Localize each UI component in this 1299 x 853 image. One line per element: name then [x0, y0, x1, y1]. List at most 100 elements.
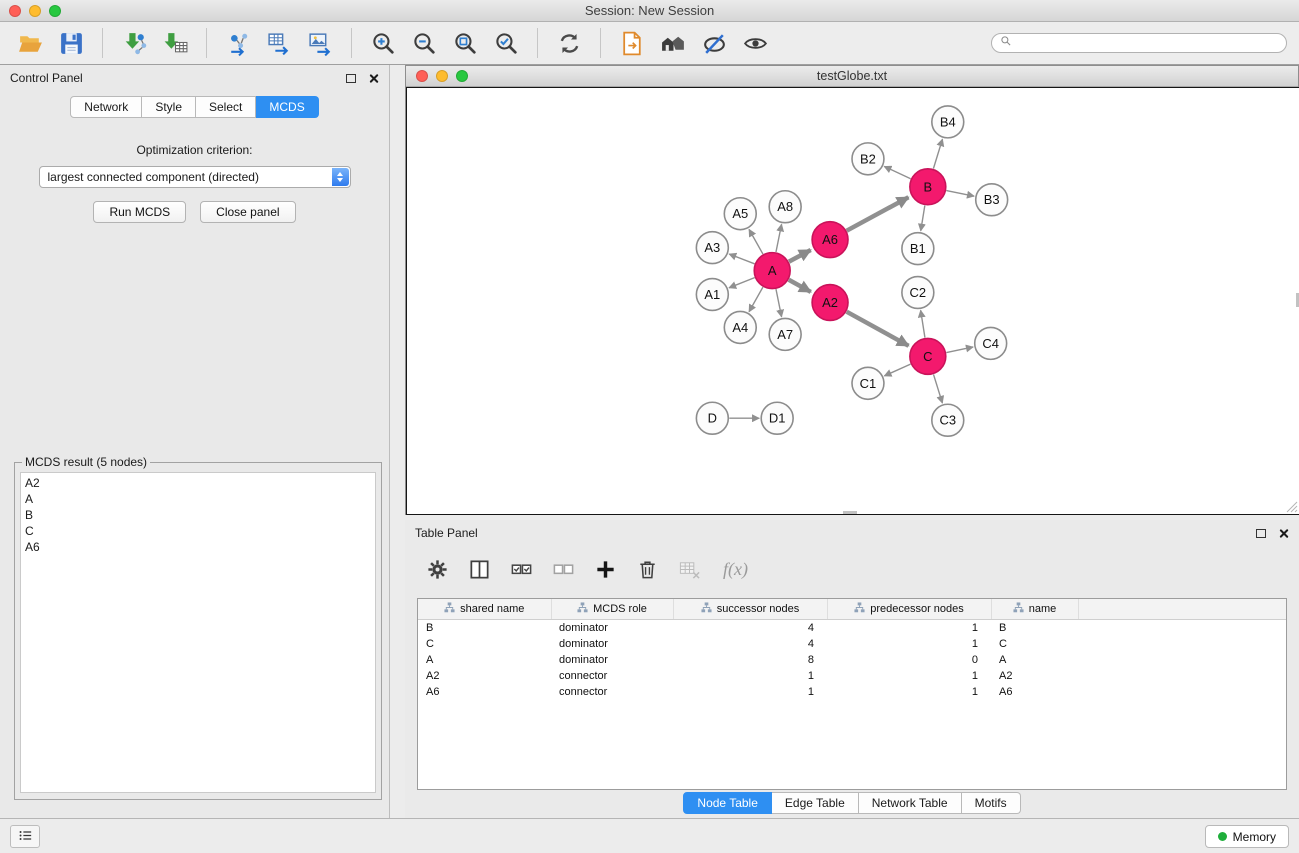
node-A[interactable]: A: [754, 253, 790, 289]
edge-C-C4[interactable]: [946, 347, 973, 353]
node-C[interactable]: C: [910, 338, 946, 374]
result-item-a2[interactable]: A2: [25, 475, 371, 491]
tab-motifs[interactable]: Motifs: [962, 792, 1021, 814]
split-panel-icon[interactable]: [465, 555, 493, 583]
select-all-icon[interactable]: [507, 555, 535, 583]
node-C4[interactable]: C4: [975, 327, 1007, 359]
import-network-icon[interactable]: [116, 25, 152, 61]
add-row-icon[interactable]: [591, 555, 619, 583]
edge-A-A4[interactable]: [749, 287, 763, 312]
edge-A-A1[interactable]: [729, 278, 755, 288]
table-row[interactable]: Cdominator41C: [418, 636, 1286, 652]
tab-node-table[interactable]: Node Table: [683, 792, 772, 814]
node-B3[interactable]: B3: [976, 184, 1008, 216]
column-header-name[interactable]: name: [991, 599, 1078, 619]
zoom-window-button[interactable]: [49, 5, 61, 17]
document-icon[interactable]: [614, 25, 650, 61]
criterion-select[interactable]: largest connected component (directed): [39, 166, 351, 188]
result-item-b[interactable]: B: [25, 507, 371, 523]
edge-A-A8[interactable]: [776, 224, 782, 252]
result-item-a[interactable]: A: [25, 491, 371, 507]
column-header-shared-name[interactable]: shared name: [418, 599, 551, 619]
export-network-icon[interactable]: [220, 25, 256, 61]
edge-B-B1[interactable]: [921, 206, 925, 231]
import-table-icon[interactable]: [157, 25, 193, 61]
mcds-result-list[interactable]: A2ABCA6: [20, 472, 376, 793]
search-box[interactable]: [991, 33, 1287, 53]
node-A3[interactable]: A3: [696, 232, 728, 264]
tab-network[interactable]: Network: [70, 96, 142, 118]
table-row[interactable]: Bdominator41B: [418, 619, 1286, 636]
edge-B-B3[interactable]: [946, 191, 974, 197]
close-panel-icon[interactable]: [368, 73, 379, 84]
gear-icon[interactable]: [423, 555, 451, 583]
node-D[interactable]: D: [696, 402, 728, 434]
search-input[interactable]: [1017, 36, 1278, 50]
table-row[interactable]: A6connector11A6: [418, 684, 1286, 700]
edge-B-B4[interactable]: [933, 139, 942, 169]
float-panel-icon[interactable]: [346, 74, 356, 83]
delete-row-icon[interactable]: [633, 555, 661, 583]
zoom-in-icon[interactable]: [365, 25, 401, 61]
memory-button[interactable]: Memory: [1205, 825, 1289, 848]
node-B[interactable]: B: [910, 169, 946, 205]
table-row[interactable]: Adominator80A: [418, 652, 1286, 668]
refresh-icon[interactable]: [551, 25, 587, 61]
edge-C-C1[interactable]: [884, 364, 910, 376]
node-B4[interactable]: B4: [932, 106, 964, 138]
edge-A2-C[interactable]: [847, 312, 909, 346]
h-scroll-thumb[interactable]: [843, 511, 857, 514]
edge-B-B2[interactable]: [884, 166, 910, 178]
panel-menu-button[interactable]: [10, 825, 40, 848]
edge-A-A6[interactable]: [789, 250, 811, 262]
node-A2[interactable]: A2: [812, 285, 848, 321]
hide-details-icon[interactable]: [696, 25, 732, 61]
node-B2[interactable]: B2: [852, 143, 884, 175]
edge-A-A2[interactable]: [789, 280, 811, 292]
node-A8[interactable]: A8: [769, 191, 801, 223]
node-A1[interactable]: A1: [696, 279, 728, 311]
float-table-panel-icon[interactable]: [1256, 529, 1266, 538]
tab-network-table[interactable]: Network Table: [859, 792, 962, 814]
save-icon[interactable]: [53, 25, 89, 61]
open-file-icon[interactable]: [12, 25, 48, 61]
tab-style[interactable]: Style: [142, 96, 196, 118]
network-graph[interactable]: A A2 A6 B C A1 A3 A4 A5 A7 A8 B1 B2 B3 B4 C1 C2 C3 C4 D D1: [407, 88, 1299, 514]
result-item-a6[interactable]: A6: [25, 539, 371, 555]
close-panel-button[interactable]: Close panel: [200, 201, 295, 223]
edge-A-A5[interactable]: [749, 229, 763, 254]
node-C1[interactable]: C1: [852, 367, 884, 399]
network-zoom-button[interactable]: [456, 70, 468, 82]
node-A6[interactable]: A6: [812, 222, 848, 258]
node-B1[interactable]: B1: [902, 233, 934, 265]
resize-grip-icon[interactable]: [1286, 501, 1298, 513]
export-table-icon[interactable]: [261, 25, 297, 61]
column-header-predecessor-nodes[interactable]: predecessor nodes: [827, 599, 991, 619]
zoom-selected-icon[interactable]: [488, 25, 524, 61]
close-window-button[interactable]: [9, 5, 21, 17]
zoom-fit-icon[interactable]: [447, 25, 483, 61]
column-header-successor-nodes[interactable]: successor nodes: [673, 599, 827, 619]
node-C2[interactable]: C2: [902, 277, 934, 309]
node-A7[interactable]: A7: [769, 318, 801, 350]
table-row[interactable]: A2connector11A2: [418, 668, 1286, 684]
result-item-c[interactable]: C: [25, 523, 371, 539]
eye-icon[interactable]: [737, 25, 773, 61]
edge-A-A7[interactable]: [776, 289, 782, 317]
home-icon[interactable]: [655, 25, 691, 61]
export-image-icon[interactable]: [302, 25, 338, 61]
node-A5[interactable]: A5: [724, 198, 756, 230]
node-A4[interactable]: A4: [724, 311, 756, 343]
node-C3[interactable]: C3: [932, 404, 964, 436]
run-mcds-button[interactable]: Run MCDS: [93, 201, 186, 223]
tab-edge-table[interactable]: Edge Table: [772, 792, 859, 814]
minimize-window-button[interactable]: [29, 5, 41, 17]
edge-C-C2[interactable]: [921, 310, 925, 337]
node-D1[interactable]: D1: [761, 402, 793, 434]
zoom-out-icon[interactable]: [406, 25, 442, 61]
network-minimize-button[interactable]: [436, 70, 448, 82]
tab-mcds[interactable]: MCDS: [256, 96, 318, 118]
column-header-MCDS-role[interactable]: MCDS role: [551, 599, 673, 619]
edge-A6-B[interactable]: [847, 197, 909, 230]
network-canvas[interactable]: A A2 A6 B C A1 A3 A4 A5 A7 A8 B1 B2 B3 B4 C1 C2 C3 C4 D D1: [406, 87, 1299, 515]
